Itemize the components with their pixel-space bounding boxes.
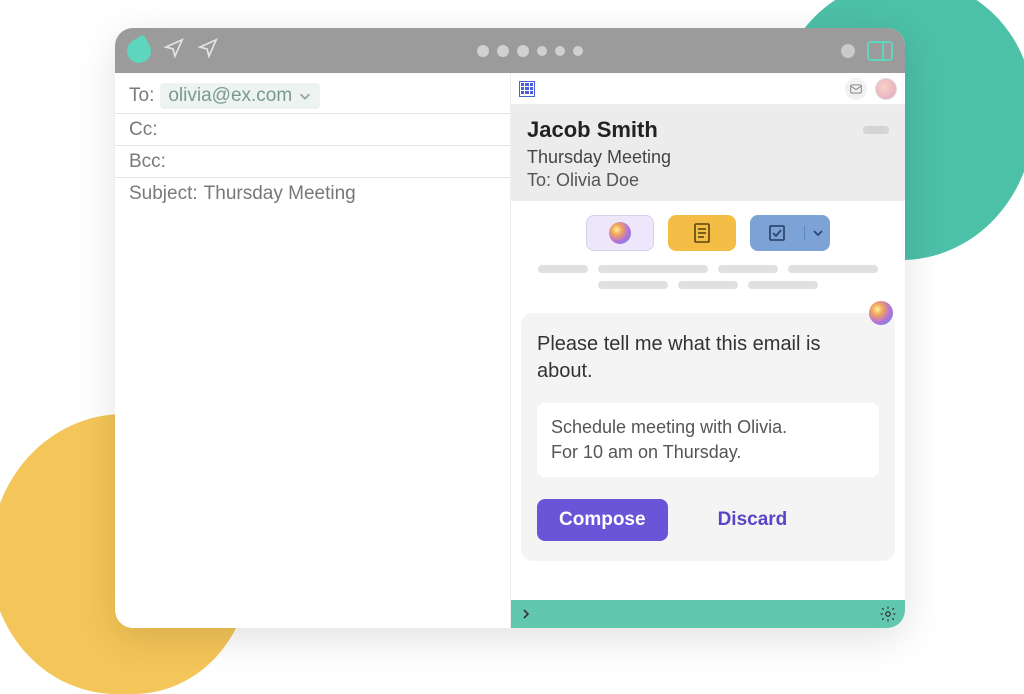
prompt-text: Please tell me what this email is about. (537, 331, 879, 385)
apps-grid-icon[interactable] (519, 81, 535, 97)
cc-label: Cc: (129, 119, 158, 141)
subject-label: Subject: (129, 183, 198, 205)
avatar[interactable] (875, 78, 897, 100)
ai-input-line: Schedule meeting with Olivia. (551, 415, 865, 440)
tasks-dropdown-icon[interactable] (804, 226, 830, 240)
send-icon[interactable] (163, 37, 185, 64)
message-subject: Thursday Meeting (527, 147, 889, 168)
ai-input[interactable]: Schedule meeting with Olivia. For 10 am … (537, 403, 879, 477)
tasks-button[interactable] (750, 215, 830, 251)
message-to: To: Olivia Doe (527, 170, 889, 191)
ai-orb-icon (869, 301, 893, 325)
to-row[interactable]: To: olivia@ex.com (115, 79, 510, 114)
subject-row[interactable]: Subject: Thursday Meeting (115, 178, 510, 210)
side-panel-toolbar (511, 73, 905, 105)
app-logo-icon (123, 34, 156, 67)
bcc-row[interactable]: Bcc: (115, 146, 510, 178)
gear-icon[interactable] (879, 605, 897, 623)
compose-button[interactable]: Compose (537, 499, 668, 541)
toggle-panel-icon[interactable] (867, 41, 893, 61)
skeleton-preview (511, 257, 905, 313)
side-panel-footer (511, 600, 905, 628)
subject-value: Thursday Meeting (204, 183, 356, 205)
drag-handle-icon[interactable] (863, 126, 889, 134)
ai-orb-icon (609, 222, 631, 244)
ai-prompt-card: Please tell me what this email is about.… (521, 313, 895, 561)
message-header: Jacob Smith Thursday Meeting To: Olivia … (511, 105, 905, 201)
chevron-right-icon[interactable] (519, 607, 533, 621)
action-pills (511, 201, 905, 257)
notes-button[interactable] (668, 215, 736, 251)
mail-icon[interactable] (845, 78, 867, 100)
send-later-icon[interactable] (197, 37, 219, 64)
app-window: To: olivia@ex.com Cc: Bcc: Subject: Thur… (115, 28, 905, 628)
titlebar (115, 28, 905, 73)
chevron-down-icon (298, 89, 312, 103)
recipient-chip[interactable]: olivia@ex.com (160, 83, 320, 109)
sender-name: Jacob Smith (527, 117, 889, 143)
compose-pane: To: olivia@ex.com Cc: Bcc: Subject: Thur… (115, 73, 510, 628)
recipient-email: olivia@ex.com (168, 85, 292, 107)
window-control-icon[interactable] (841, 44, 855, 58)
side-panel: Jacob Smith Thursday Meeting To: Olivia … (510, 73, 905, 628)
discard-button[interactable]: Discard (696, 499, 810, 541)
bcc-label: Bcc: (129, 151, 166, 173)
ai-input-line: For 10 am on Thursday. (551, 440, 865, 465)
titlebar-dots (227, 45, 833, 57)
ai-assist-button[interactable] (586, 215, 654, 251)
cc-row[interactable]: Cc: (115, 114, 510, 146)
to-label: To: (129, 85, 154, 107)
